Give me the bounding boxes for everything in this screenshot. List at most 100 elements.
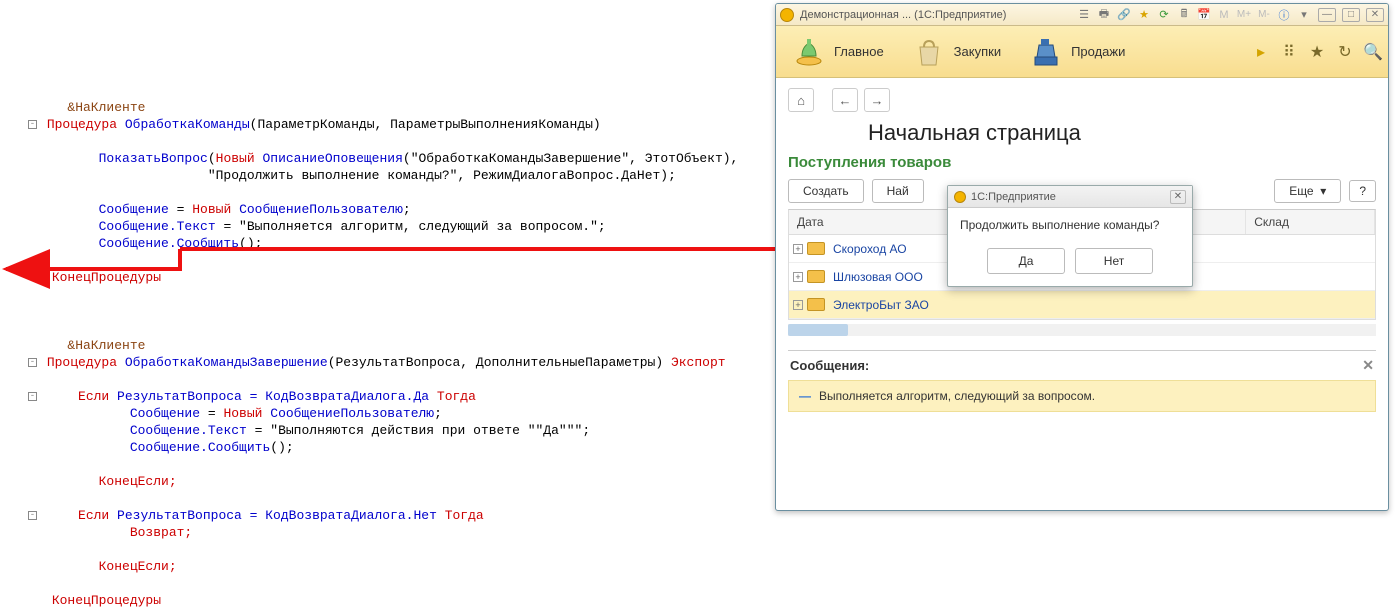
- showq-args1: ("ОбработкаКомандыЗавершение", ЭтотОбъек…: [403, 151, 738, 166]
- calc-icon[interactable]: 🖩: [1176, 7, 1192, 23]
- dropdown-icon[interactable]: ▾: [1296, 7, 1312, 23]
- app-logo-icon: [780, 8, 794, 22]
- no-button[interactable]: Нет: [1075, 248, 1153, 274]
- expand-icon[interactable]: +: [793, 300, 803, 310]
- question-dialog: 1С:Предприятие ✕ Продолжить выполнение к…: [947, 185, 1193, 287]
- more-button[interactable]: Еще ▾: [1274, 179, 1341, 203]
- star-outline-icon[interactable]: ★: [1308, 43, 1326, 61]
- keyword-endproc1: КонецПроцедуры: [52, 270, 161, 285]
- expand-icon[interactable]: +: [793, 244, 803, 254]
- ribbon-main[interactable]: Главное: [782, 31, 894, 73]
- cashregister-icon: [1029, 35, 1063, 69]
- search-icon[interactable]: 🔍: [1364, 43, 1382, 61]
- folder-icon: [807, 298, 825, 311]
- nav-row: ⌂ ← →: [788, 88, 1376, 112]
- msg-report: Сообщение.Сообщить: [99, 236, 239, 251]
- titlebar[interactable]: Демонстрационная ... (1С:Предприятие) ☰ …: [776, 4, 1388, 26]
- cond-yes: РезультатВопроса = КодВозвратаДиалога.Да: [109, 389, 429, 404]
- keyword-endproc2: КонецПроцедуры: [52, 593, 161, 608]
- dialog-close-button[interactable]: ✕: [1170, 190, 1186, 204]
- keyword-export: Экспорт: [663, 355, 725, 370]
- col-warehouse[interactable]: Склад: [1246, 210, 1375, 234]
- dialog-buttons: Да Нет: [948, 242, 1192, 286]
- message-row[interactable]: — Выполняется алгоритм, следующий за воп…: [788, 380, 1376, 412]
- window-title: Демонстрационная ... (1С:Предприятие): [800, 9, 1006, 21]
- folder-icon: [807, 270, 825, 283]
- find-button[interactable]: Най: [872, 179, 924, 203]
- row-label: Скороход АО: [833, 242, 907, 256]
- proc2-name: ОбработкаКомандыЗавершение: [125, 355, 328, 370]
- minimize-button[interactable]: —: [1318, 8, 1336, 22]
- type-usermsg: СообщениеПользователю: [239, 202, 403, 217]
- expand-icon[interactable]: +: [793, 272, 803, 282]
- showq-args2: "Продолжить выполнение команды?", РежимД…: [208, 168, 676, 183]
- message-bullet-icon: —: [799, 389, 811, 403]
- dialog-titlebar[interactable]: 1С:Предприятие ✕: [948, 186, 1192, 208]
- cond-no: РезультатВопроса = КодВозвратаДиалога.Не…: [109, 508, 437, 523]
- directive-at-client: &НаКлиенте: [67, 100, 145, 115]
- chevron-down-icon: ▾: [1320, 184, 1326, 198]
- yes-button[interactable]: Да: [987, 248, 1065, 274]
- maximize-button[interactable]: □: [1342, 8, 1360, 22]
- keyword-procedure: Процедура: [47, 117, 117, 132]
- back-button[interactable]: ←: [832, 88, 858, 112]
- messages-label: Сообщения:: [790, 358, 869, 373]
- proc1-name: ОбработкаКоманды: [125, 117, 250, 132]
- page-title: Начальная страница: [868, 120, 1376, 146]
- message-text: Выполняется алгоритм, следующий за вопро…: [819, 389, 1095, 403]
- dialog-app-icon: [954, 191, 966, 203]
- row-label: Шлюзовая ООО: [833, 270, 923, 284]
- proc2-params: (РезультатВопроса, ДополнительныеПарамет…: [328, 355, 663, 370]
- help-button[interactable]: ?: [1349, 180, 1376, 202]
- ribbon-purchase[interactable]: Закупки: [902, 31, 1011, 73]
- msg-text-val2: = "Выполняются действия при ответе ""Да"…: [247, 423, 590, 438]
- horizontal-scrollbar[interactable]: [788, 324, 1376, 336]
- msg-text-prop: Сообщение.Текст: [99, 219, 216, 234]
- keyword-new: Новый: [216, 151, 255, 166]
- ribbon-purchase-label: Закупки: [954, 44, 1001, 59]
- keyword-endif2: КонецЕсли;: [99, 559, 177, 574]
- print-icon[interactable]: 🖶: [1096, 7, 1112, 23]
- history-icon[interactable]: ↻: [1336, 43, 1354, 61]
- dialog-title: 1С:Предприятие: [971, 191, 1056, 203]
- m-plus-icon[interactable]: M+: [1236, 7, 1252, 23]
- ribbon-sales[interactable]: Продажи: [1019, 31, 1135, 73]
- arrow-right-icon[interactable]: ▸: [1252, 43, 1270, 61]
- grid-icon[interactable]: ⠿: [1280, 43, 1298, 61]
- call-showquestion: ПоказатьВопрос: [99, 151, 208, 166]
- folder-icon: [807, 242, 825, 255]
- info-icon[interactable]: ⓘ: [1276, 7, 1292, 23]
- proc1-params: (ПараметрКоманды, ПараметрыВыполненияКом…: [250, 117, 601, 132]
- var-message: Сообщение: [99, 202, 169, 217]
- directive-at-client2: &НаКлиенте: [67, 338, 145, 353]
- titlebar-tools: ☰ 🖶 🔗 ★ ⟳ 🖩 📅 M M+ M- ⓘ ▾ — □ ✕: [1076, 7, 1384, 23]
- dialog-question: Продолжить выполнение команды?: [948, 208, 1192, 242]
- refresh-icon[interactable]: ⟳: [1156, 7, 1172, 23]
- row-label: ЭлектроБыт ЗАО: [833, 298, 929, 312]
- tool-icon[interactable]: ☰: [1076, 7, 1092, 23]
- scrollbar-thumb[interactable]: [788, 324, 848, 336]
- notif-desc: ОписаниеОповещения: [262, 151, 402, 166]
- section-title: Поступления товаров: [788, 154, 1376, 171]
- msg-text-val: = "Выполняется алгоритм, следующий за во…: [216, 219, 606, 234]
- ribbon-sales-label: Продажи: [1071, 44, 1125, 59]
- forward-button[interactable]: →: [864, 88, 890, 112]
- ribbon: Главное Закупки Продажи ▸ ⠿ ★ ↻ 🔍: [776, 26, 1388, 78]
- calendar-icon[interactable]: 📅: [1196, 7, 1212, 23]
- link-icon[interactable]: 🔗: [1116, 7, 1132, 23]
- code-editor: &НаКлиенте - Процедура ОбработкаКоманды(…: [28, 82, 738, 609]
- messages-close-icon[interactable]: ✕: [1362, 357, 1374, 374]
- create-button[interactable]: Создать: [788, 179, 864, 203]
- keyword-endif1: КонецЕсли;: [99, 474, 177, 489]
- close-button[interactable]: ✕: [1366, 8, 1384, 22]
- messages-panel: Сообщения: ✕ — Выполняется алгоритм, сле…: [788, 350, 1376, 412]
- keyword-if2: Если: [78, 508, 109, 523]
- bag-icon: [912, 35, 946, 69]
- table-row-selected[interactable]: + ЭлектроБыт ЗАО: [789, 291, 1375, 319]
- star-icon[interactable]: ★: [1136, 7, 1152, 23]
- m-minus-icon[interactable]: M-: [1256, 7, 1272, 23]
- home-button[interactable]: ⌂: [788, 88, 814, 112]
- m-icon[interactable]: M: [1216, 7, 1232, 23]
- keyword-return: Возврат;: [130, 525, 192, 540]
- ribbon-main-label: Главное: [834, 44, 884, 59]
